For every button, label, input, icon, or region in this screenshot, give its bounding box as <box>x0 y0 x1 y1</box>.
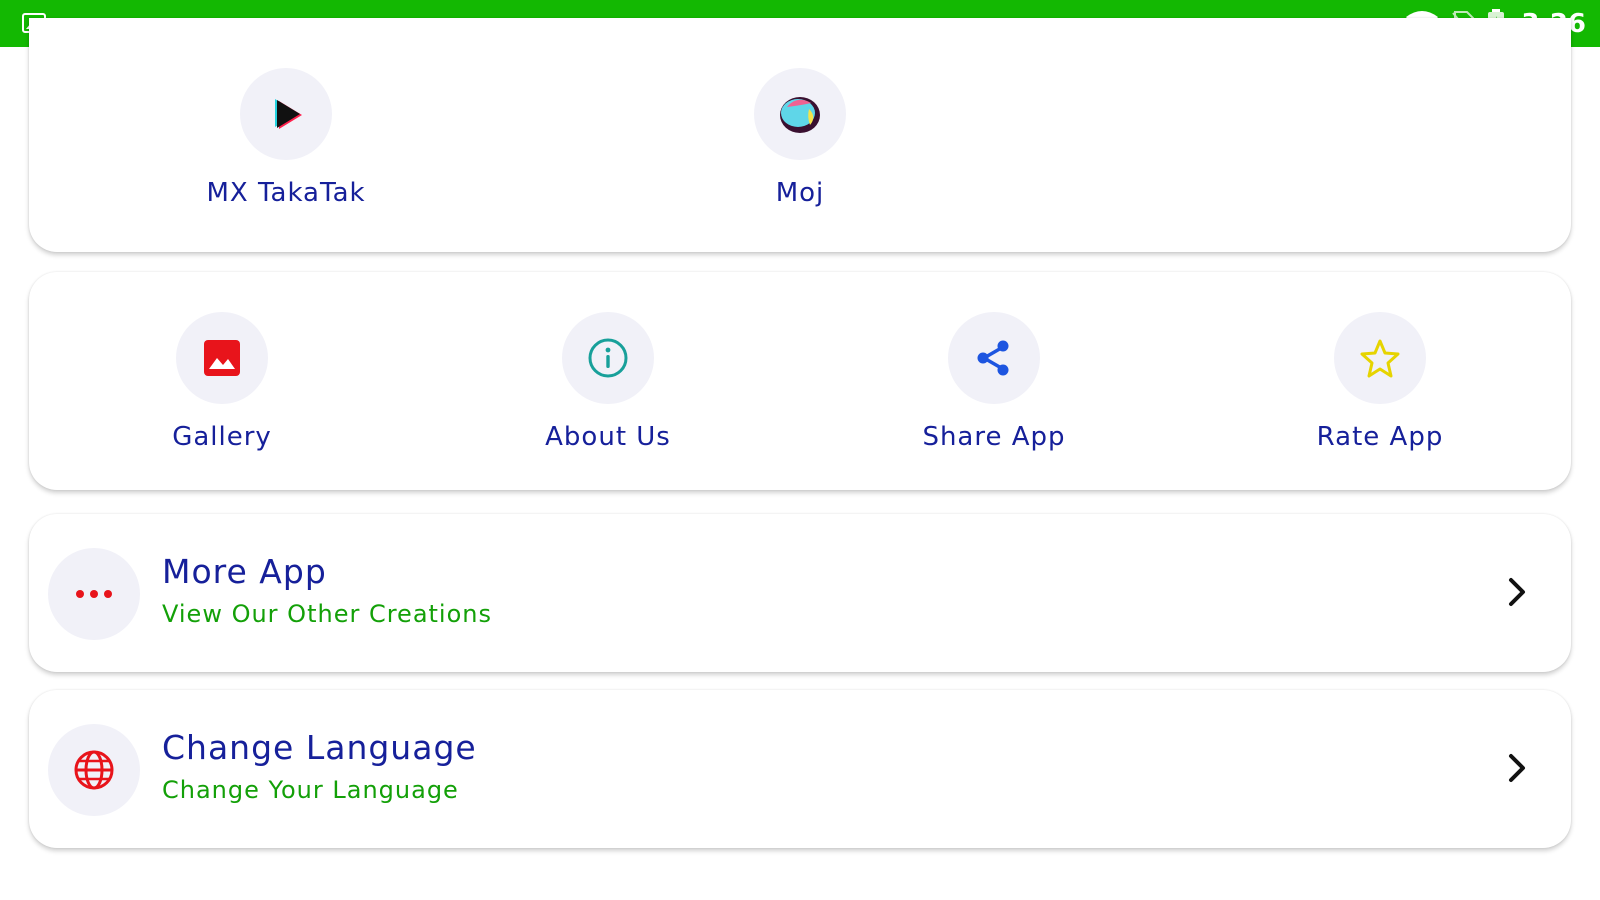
app-icon-circle <box>240 68 332 160</box>
row-icon-circle <box>48 548 140 640</box>
actions-card: Gallery About Us Share App Rate App <box>29 272 1571 490</box>
app-tile-mx-takatak[interactable]: MX TakaTak <box>166 68 406 208</box>
action-gallery[interactable]: Gallery <box>102 312 342 452</box>
more-app-title: More App <box>162 552 327 591</box>
action-label: Rate App <box>1316 422 1444 452</box>
globe-icon <box>74 750 114 790</box>
action-label: About Us <box>545 422 671 452</box>
action-icon-circle <box>562 312 654 404</box>
action-label: Share App <box>922 422 1066 452</box>
row-icon-circle <box>48 724 140 816</box>
action-icon-circle <box>948 312 1040 404</box>
app-icon-circle <box>754 68 846 160</box>
app-tile-moj[interactable]: Moj <box>680 68 920 208</box>
change-language-subtitle: Change Your Language <box>162 776 459 804</box>
more-dots-icon <box>76 590 112 598</box>
moj-logo-icon <box>780 97 820 133</box>
action-icon-circle <box>176 312 268 404</box>
more-app-row[interactable]: More App View Our Other Creations <box>29 514 1571 672</box>
apps-card: MX TakaTak Moj <box>29 18 1571 252</box>
action-icon-circle <box>1334 312 1426 404</box>
chevron-right-icon <box>1509 754 1525 782</box>
change-language-row[interactable]: Change Language Change Your Language <box>29 690 1571 848</box>
gallery-image-icon <box>204 340 240 376</box>
app-label: MX TakaTak <box>206 178 366 208</box>
more-app-subtitle: View Our Other Creations <box>162 600 492 628</box>
chevron-right-icon <box>1509 578 1525 606</box>
action-rate-app[interactable]: Rate App <box>1260 312 1500 452</box>
info-icon <box>588 338 628 378</box>
app-label: Moj <box>775 178 825 208</box>
share-icon <box>977 340 1009 376</box>
action-label: Gallery <box>172 422 272 452</box>
action-share-app[interactable]: Share App <box>874 312 1114 452</box>
action-about-us[interactable]: About Us <box>488 312 728 452</box>
change-language-title: Change Language <box>162 728 477 767</box>
star-icon <box>1360 339 1400 378</box>
mx-takatak-play-icon <box>275 99 302 129</box>
